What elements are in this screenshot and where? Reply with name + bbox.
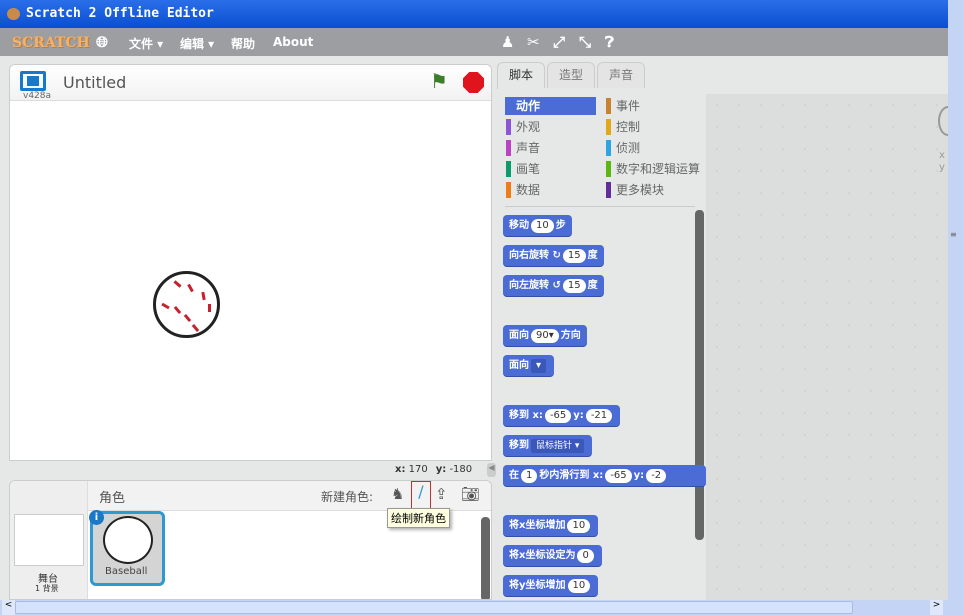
category-motion[interactable]: 动作	[506, 97, 596, 115]
stop-icon[interactable]	[463, 72, 484, 93]
sprite-panel: 角色 新建角色: ♞ / ⇪ 📷︎ 舞台 1 背景 Baseball i	[9, 480, 492, 600]
grow-icon[interactable]: ⤢	[553, 33, 565, 51]
stage-header: v428a Untitled ⚑	[10, 65, 491, 101]
help-icon[interactable]: ❓︎	[605, 33, 614, 51]
category-looks[interactable]: 外观	[506, 118, 596, 136]
block-glide[interactable]: 在 1 秒内滑行到 x: -65 y: -2	[503, 465, 706, 487]
sprites-header: 角色	[99, 491, 126, 506]
palette-scrollbar[interactable]	[695, 210, 704, 540]
category-data[interactable]: 数据	[506, 181, 596, 199]
category-more-blocks[interactable]: 更多模块	[606, 181, 696, 199]
block-point-towards[interactable]: 面向 ▾	[503, 355, 555, 377]
block-turn-right[interactable]: 向右旋转 ↻ 15 度	[503, 245, 604, 267]
scripts-area[interactable]: x y	[706, 94, 958, 600]
info-icon[interactable]: i	[89, 510, 104, 525]
stage-canvas[interactable]	[10, 101, 491, 460]
window-vertical-scrollbar[interactable]: ≡	[948, 0, 963, 600]
new-sprite-label: 新建角色:	[321, 490, 374, 504]
sprite-x-label: x	[939, 150, 945, 161]
block-goto[interactable]: 移到 鼠标指针 ▾	[503, 435, 593, 457]
green-flag-icon[interactable]: ⚑	[430, 69, 448, 93]
category-sensing[interactable]: 侦测	[606, 139, 696, 157]
block-change-x[interactable]: 将x坐标增加 10	[503, 515, 599, 537]
sprite-library-icon[interactable]: ♞	[391, 485, 404, 503]
mouse-coordinates: x: 170 y: -180	[395, 464, 473, 475]
block-move[interactable]: 移动 10 步	[503, 215, 572, 237]
backdrop-count: 1 背景	[35, 584, 59, 593]
window-title: Scratch 2 Offline Editor	[26, 6, 214, 21]
block-point-direction[interactable]: 面向 90▾ 方向	[503, 325, 587, 347]
project-title[interactable]: Untitled	[63, 73, 126, 92]
category-control[interactable]: 控制	[606, 118, 696, 136]
menu-file[interactable]: 文件 ▾	[129, 35, 163, 52]
scratch-logo: SCRATCH	[12, 35, 90, 51]
scroll-left-icon[interactable]: <	[2, 600, 15, 615]
scroll-right-icon[interactable]: >	[930, 600, 943, 615]
window-horizontal-scrollbar[interactable]: < >	[0, 600, 963, 615]
category-pen[interactable]: 画笔	[506, 160, 596, 178]
title-bar: Scratch 2 Offline Editor	[0, 0, 963, 28]
shrink-icon[interactable]: ⤡	[579, 33, 591, 51]
menu-about[interactable]: About	[273, 35, 313, 49]
duplicate-stamp-icon[interactable]: ♟	[501, 33, 514, 51]
tab-sounds[interactable]: 声音	[597, 62, 645, 88]
scroll-thumb[interactable]	[15, 601, 853, 614]
stage-panel: v428a Untitled ⚑	[9, 64, 492, 461]
menu-edit[interactable]: 编辑 ▾	[180, 35, 214, 52]
category-operators[interactable]: 数字和逻辑运算	[606, 160, 706, 178]
sprite-y-label: y	[939, 162, 945, 173]
block-turn-left[interactable]: 向左旋转 ↺ 15 度	[503, 275, 604, 297]
baseball-sprite[interactable]	[153, 271, 220, 338]
tab-costumes[interactable]: 造型	[547, 62, 595, 88]
camera-icon[interactable]: 📷︎	[461, 485, 480, 503]
category-events[interactable]: 事件	[606, 97, 696, 115]
block-goto-xy[interactable]: 移到 x: -65 y: -21	[503, 405, 621, 427]
sprite-name: Baseball	[105, 566, 148, 577]
paint-brush-icon[interactable]: /	[411, 481, 431, 509]
globe-icon[interactable]: 🌐︎	[96, 33, 108, 51]
menu-help[interactable]: 帮助	[231, 35, 255, 52]
tab-scripts[interactable]: 脚本	[497, 62, 545, 89]
block-change-y[interactable]: 将y坐标增加 10	[503, 575, 599, 597]
sprite-scrollbar[interactable]	[481, 517, 490, 599]
category-sound[interactable]: 声音	[506, 139, 596, 157]
collapse-stage-icon[interactable]: ◀	[487, 463, 496, 477]
stage-thumbnail[interactable]	[14, 514, 84, 566]
scratch-cat-icon	[7, 8, 20, 20]
cut-scissors-icon[interactable]: ✂	[527, 33, 540, 51]
upload-sprite-icon[interactable]: ⇪	[435, 485, 448, 503]
fullscreen-icon[interactable]	[20, 71, 46, 91]
version-label: v428a	[23, 91, 52, 101]
tooltip: 绘制新角色	[387, 508, 450, 528]
block-set-x[interactable]: 将x坐标设定为 0	[503, 545, 602, 567]
menu-bar: SCRATCH 🌐︎ 文件 ▾ 编辑 ▾ 帮助 About ♟ ✂ ⤢ ⤡ ❓︎	[0, 28, 948, 56]
